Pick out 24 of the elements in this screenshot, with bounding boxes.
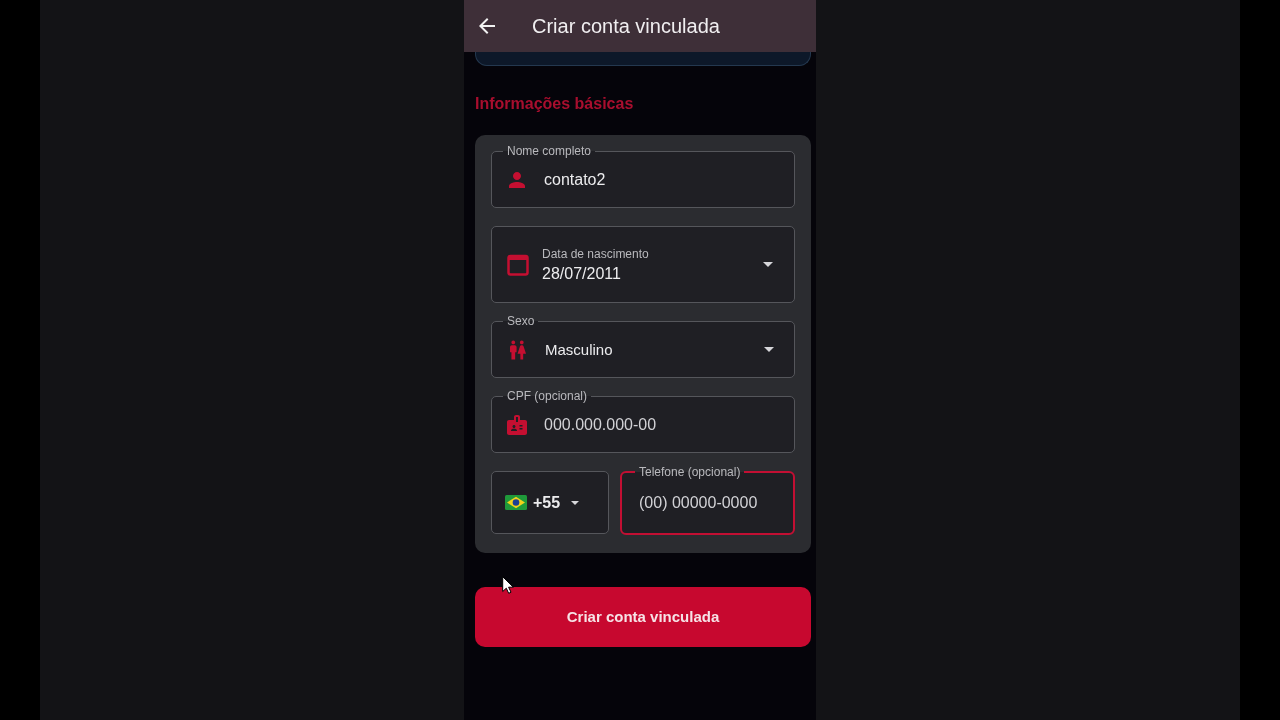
field-label: Nome completo	[503, 144, 596, 158]
submit-button[interactable]: Criar conta vinculada	[475, 587, 811, 647]
field-value: Masculino	[545, 339, 613, 360]
back-button[interactable]	[479, 18, 495, 34]
field-label: CPF (opcional)	[503, 389, 592, 403]
caret-icon	[764, 347, 774, 352]
field-label: Telefone (opcional)	[635, 465, 745, 479]
section-heading: Informações básicas	[475, 94, 634, 114]
screen-title: Criar conta vinculada	[532, 14, 720, 38]
person-icon	[509, 171, 525, 188]
people-icon	[510, 339, 526, 360]
country-code-dropdown[interactable]: +55	[491, 471, 609, 534]
mouse-pointer-icon	[502, 576, 514, 594]
id-badge-icon	[507, 414, 527, 435]
date-field[interactable]: Data de nascimento 28/07/2011	[491, 226, 795, 303]
back-arrow-icon	[479, 18, 495, 34]
calendar-icon	[507, 253, 529, 276]
field-label: Data de nascimento	[542, 245, 649, 262]
caret-icon	[571, 500, 580, 505]
field-label: Sexo	[503, 314, 539, 328]
flag-icon	[505, 495, 527, 510]
field-value: 28/07/2011	[542, 263, 621, 284]
country-code: +55	[533, 492, 561, 513]
caret-icon	[763, 262, 773, 267]
